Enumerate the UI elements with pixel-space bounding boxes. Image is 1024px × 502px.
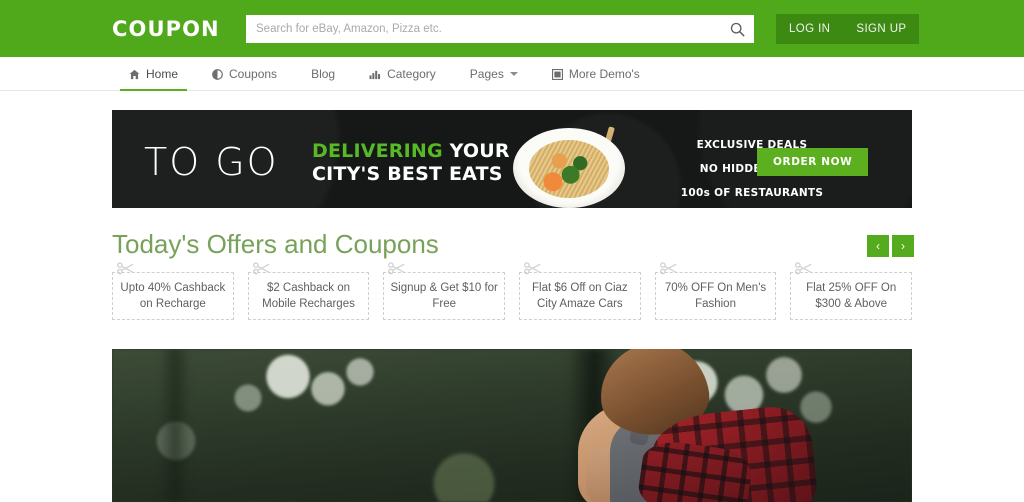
carousel-prev-button[interactable]: ‹ <box>867 235 889 257</box>
offer-cards-list: Upto 40% Cashback on Recharge $2 Cashbac… <box>112 262 913 320</box>
page-root: COUPON LOG IN SIGN UP <box>0 0 1024 502</box>
nav-label: Blog <box>311 67 336 81</box>
window-icon <box>551 68 563 80</box>
site-header: COUPON LOG IN SIGN UP <box>0 0 1024 57</box>
nav-item-blog[interactable]: Blog <box>294 57 352 91</box>
offer-card-text: Flat 25% OFF On $300 & Above <box>806 281 897 310</box>
search-button[interactable] <box>720 15 754 43</box>
nav-label: Pages <box>469 67 504 81</box>
nav-item-home[interactable]: Home <box>112 57 195 91</box>
search-icon <box>730 22 745 37</box>
banner-headline-green: DELIVERING <box>312 140 443 162</box>
deal-line: 100s OF RESTAURANTS <box>680 186 824 199</box>
offer-card[interactable]: $2 Cashback on Mobile Recharges <box>247 262 370 320</box>
home-icon <box>129 69 140 80</box>
scissors-icon <box>795 262 813 275</box>
promo-banner[interactable]: TO GO DELIVERING YOUR CITY'S BEST EATS E… <box>112 110 912 208</box>
offer-card-text: 70% OFF On Men's Fashion <box>664 281 767 310</box>
hero-image[interactable] <box>112 349 912 502</box>
offers-carousel-arrows: ‹ › <box>867 235 914 257</box>
noodles-shape <box>529 140 609 198</box>
offer-card[interactable]: 70% OFF On Men's Fashion <box>654 262 777 320</box>
offer-card[interactable]: Flat $6 Off on Ciaz City Amaze Cars <box>519 262 641 320</box>
scissors-icon <box>524 262 542 275</box>
banner-headline-line2: CITY'S BEST EATS <box>312 163 503 186</box>
search-bar <box>246 15 754 43</box>
order-now-button[interactable]: ORDER NOW <box>757 148 869 176</box>
nav-label: More Demo's <box>568 67 640 81</box>
offer-card[interactable]: Signup & Get $10 for Free <box>383 262 506 320</box>
search-input[interactable] <box>246 16 720 42</box>
banner-headline-white: YOUR <box>449 140 510 162</box>
banner-logo-text: TO GO <box>144 140 279 184</box>
site-logo[interactable]: COUPON <box>112 17 220 41</box>
signup-button[interactable]: SIGN UP <box>843 14 919 44</box>
nav-label: Category <box>387 67 436 81</box>
nav-label: Coupons <box>229 67 278 81</box>
coupon-circle-icon <box>212 68 223 80</box>
nav-item-more-demos[interactable]: More Demo's <box>535 57 657 91</box>
tree-trunk-left <box>160 349 190 502</box>
nav-item-coupons[interactable]: Coupons <box>195 57 294 91</box>
person-figure <box>482 349 819 502</box>
scissors-icon <box>117 262 135 275</box>
nav-item-pages[interactable]: Pages <box>453 57 535 91</box>
login-button[interactable]: LOG IN <box>776 14 843 44</box>
banner-headline: DELIVERING YOUR CITY'S BEST EATS <box>312 140 510 186</box>
offer-card-text: Signup & Get $10 for Free <box>390 281 498 310</box>
offer-card-text: Upto 40% Cashback on Recharge <box>120 281 226 310</box>
offer-card-text: Flat $6 Off on Ciaz City Amaze Cars <box>532 281 628 310</box>
offer-card[interactable]: Upto 40% Cashback on Recharge <box>112 262 234 320</box>
noodle-bowl-image <box>505 114 645 208</box>
scissors-icon <box>252 262 271 275</box>
carousel-next-button[interactable]: › <box>892 235 914 257</box>
chevron-down-icon <box>509 72 518 76</box>
nav-label: Home <box>146 67 179 81</box>
offer-card[interactable]: Flat 25% OFF On $300 & Above <box>790 262 913 320</box>
scissors-icon <box>388 262 406 275</box>
offer-card-text: $2 Cashback on Mobile Recharges <box>262 281 355 310</box>
offers-section-title: Today's Offers and Coupons <box>112 229 439 259</box>
nav-list: Home Coupons Blog Category Pages More De… <box>112 57 657 91</box>
scissors-icon <box>659 262 678 275</box>
auth-buttons: LOG IN SIGN UP <box>776 14 920 44</box>
main-navigation: Home Coupons Blog Category Pages More De… <box>0 57 1024 91</box>
chart-bars-icon <box>369 69 381 80</box>
nav-item-category[interactable]: Category <box>352 57 453 91</box>
